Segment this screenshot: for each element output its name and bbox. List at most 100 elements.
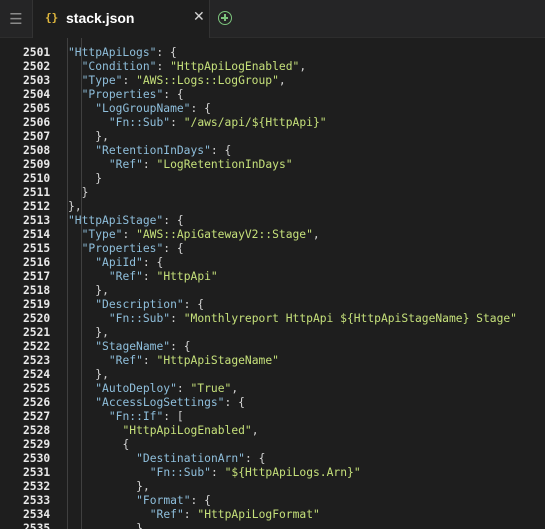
code-text: "HttpApiStage": {: [68, 214, 184, 227]
line-number: 2533: [23, 494, 51, 507]
code-lines: 2501 "HttpApiLogs": {2502 "Condition": "H…: [0, 46, 545, 529]
code-text: "Ref": "HttpApi": [108, 270, 218, 283]
code-text: "LogGroupName": {: [95, 102, 211, 115]
line-number: 2523: [23, 354, 51, 367]
code-text: "Fn::Sub": "/aws/api/${HttpApi}": [108, 116, 327, 129]
line-number: 2513: [23, 214, 51, 227]
code-line[interactable]: 2534 "Ref": "HttpApiLogFormat": [0, 508, 545, 522]
code-line[interactable]: 2527 "Fn::If": [: [0, 410, 545, 424]
code-text: "Fn::If": [: [108, 410, 184, 423]
code-text: "Type": "AWS::ApiGatewayV2::Stage",: [81, 228, 320, 241]
code-line[interactable]: 2512},: [0, 200, 545, 214]
code-line[interactable]: 2522 "StageName": {: [0, 340, 545, 354]
line-number: 2520: [23, 312, 51, 325]
code-text: },: [95, 284, 109, 297]
code-text: "RetentionInDays": {: [95, 144, 232, 157]
line-number: 2507: [23, 130, 51, 143]
line-number: 2512: [23, 200, 51, 213]
code-line[interactable]: 2535 }: [0, 522, 545, 529]
line-number: 2509: [23, 158, 51, 171]
code-text: "StageName": {: [95, 340, 191, 353]
code-line[interactable]: 2524 },: [0, 368, 545, 382]
code-line[interactable]: 2508 "RetentionInDays": {: [0, 144, 545, 158]
line-number: 2530: [23, 452, 51, 465]
line-number: 2534: [23, 508, 51, 521]
line-number: 2532: [23, 480, 51, 493]
code-text: "Ref": "LogRetentionInDays": [108, 158, 293, 171]
code-text: "Fn::Sub": "${HttpApiLogs.Arn}": [149, 466, 361, 479]
code-text: "Condition": "HttpApiLogEnabled",: [81, 60, 307, 73]
line-number: 2504: [23, 88, 51, 101]
line-number: 2522: [23, 340, 51, 353]
code-line[interactable]: 2506 "Fn::Sub": "/aws/api/${HttpApi}": [0, 116, 545, 130]
code-line[interactable]: 2505 "LogGroupName": {: [0, 102, 545, 116]
code-text: "ApiId": {: [95, 256, 164, 269]
line-number: 2514: [23, 228, 51, 241]
line-number: 2524: [23, 368, 51, 381]
code-text: },: [136, 480, 150, 493]
code-line[interactable]: 2502 "Condition": "HttpApiLogEnabled",: [0, 60, 545, 74]
code-text: },: [68, 200, 82, 213]
tab-stack-json[interactable]: {} stack.json ✕: [32, 0, 210, 38]
code-line[interactable]: 2531 "Fn::Sub": "${HttpApiLogs.Arn}": [0, 466, 545, 480]
code-text: "Ref": "HttpApiStageName": [108, 354, 279, 367]
code-text: }: [95, 172, 103, 185]
code-text: },: [95, 326, 109, 339]
code-line[interactable]: 2526 "AccessLogSettings": {: [0, 396, 545, 410]
code-line[interactable]: 2517 "Ref": "HttpApi": [0, 270, 545, 284]
line-number: 2502: [23, 60, 51, 73]
code-line[interactable]: 2518 },: [0, 284, 545, 298]
code-text: }: [81, 186, 89, 199]
code-text: "Fn::Sub": "Monthlyreport HttpApi ${Http…: [108, 312, 517, 325]
code-editor[interactable]: 2501 "HttpApiLogs": {2502 "Condition": "H…: [0, 38, 545, 529]
code-line[interactable]: 2504 "Properties": {: [0, 88, 545, 102]
code-text: {: [122, 438, 130, 451]
code-text: }: [136, 522, 143, 529]
line-number: 2525: [23, 382, 51, 395]
code-line[interactable]: 2516 "ApiId": {: [0, 256, 545, 270]
line-number: 2505: [23, 102, 51, 115]
code-line[interactable]: 2533 "Format": {: [0, 494, 545, 508]
code-line[interactable]: 2511 }: [0, 186, 545, 200]
line-number: 2511: [23, 186, 51, 199]
code-line[interactable]: 2520 "Fn::Sub": "Monthlyreport HttpApi $…: [0, 312, 545, 326]
code-line[interactable]: 2523 "Ref": "HttpApiStageName": [0, 354, 545, 368]
code-line[interactable]: 2514 "Type": "AWS::ApiGatewayV2::Stage",: [0, 228, 545, 242]
close-icon[interactable]: ✕: [193, 9, 205, 25]
code-text: "Properties": {: [81, 242, 184, 255]
code-line[interactable]: 2513 "HttpApiStage": {: [0, 214, 545, 228]
code-line[interactable]: 2510 }: [0, 172, 545, 186]
line-number: 2518: [23, 284, 51, 297]
code-line[interactable]: 2532 },: [0, 480, 545, 494]
line-number: 2516: [23, 256, 51, 269]
tab-bar: ☰ {} stack.json ✕: [0, 0, 545, 38]
json-file-icon: {}: [45, 11, 59, 24]
code-line[interactable]: 2501 "HttpApiLogs": {: [0, 46, 545, 60]
code-line[interactable]: 2528 "HttpApiLogEnabled",: [0, 424, 545, 438]
code-line[interactable]: 2515 "Properties": {: [0, 242, 545, 256]
code-line[interactable]: 2503 "Type": "AWS::Logs::LogGroup",: [0, 74, 545, 88]
code-line[interactable]: 2521 },: [0, 326, 545, 340]
code-text: "AccessLogSettings": {: [95, 396, 245, 409]
code-text: "Ref": "HttpApiLogFormat": [149, 508, 320, 521]
code-line[interactable]: 2525 "AutoDeploy": "True",: [0, 382, 545, 396]
tab-title: stack.json: [66, 10, 135, 26]
line-number: 2531: [23, 466, 51, 479]
line-number: 2517: [23, 270, 51, 283]
code-text: "Type": "AWS::Logs::LogGroup",: [81, 74, 286, 87]
code-line[interactable]: 2507 },: [0, 130, 545, 144]
line-number: 2521: [23, 326, 51, 339]
line-number: 2506: [23, 116, 51, 129]
line-number: 2515: [23, 242, 51, 255]
add-tab-icon[interactable]: [218, 11, 232, 25]
line-number: 2528: [23, 424, 51, 437]
line-number: 2503: [23, 74, 51, 87]
code-line[interactable]: 2530 "DestinationArn": {: [0, 452, 545, 466]
code-line[interactable]: 2509 "Ref": "LogRetentionInDays": [0, 158, 545, 172]
code-line[interactable]: 2519 "Description": {: [0, 298, 545, 312]
code-text: "Format": {: [136, 494, 211, 507]
code-text: "Properties": {: [81, 88, 184, 101]
line-number: 2526: [23, 396, 51, 409]
code-line[interactable]: 2529 {: [0, 438, 545, 452]
menu-icon[interactable]: ☰: [0, 0, 32, 38]
